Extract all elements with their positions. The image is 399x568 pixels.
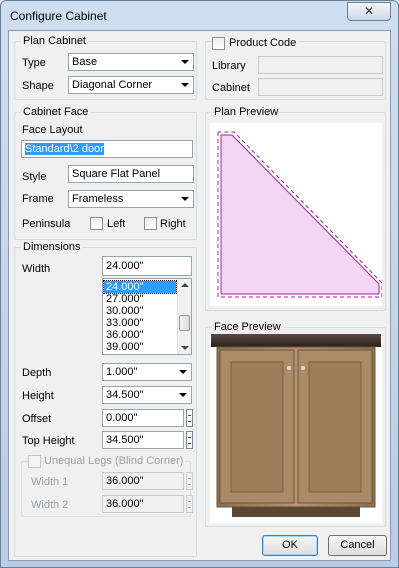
depth-value: 1.000" [106,366,138,378]
frame-dropdown[interactable]: Frameless [68,190,194,208]
style-label: Style [22,171,47,183]
unequal-legs-checkbox[interactable] [28,455,41,468]
product-code-checkbox[interactable] [212,37,225,50]
height-dropdown[interactable]: 34.500" [102,386,192,404]
scroll-up-icon[interactable] [181,283,189,287]
width-list-scrollbar[interactable] [177,279,191,354]
peninsula-left-checkbox[interactable] [90,217,103,230]
plan-preview-title: Plan Preview [212,106,281,118]
peninsula-left-label: Left [107,218,126,230]
width1-label: Width 1 [31,476,69,488]
height-label: Height [22,390,54,402]
shape-dropdown[interactable]: Diagonal Corner [68,76,194,94]
frame-value: Frameless [72,193,124,205]
cabinet-face-drawing [211,334,381,517]
width1-input: 36.000" [102,472,184,490]
chevron-down-icon [181,197,189,201]
width2-value: 36.000" [106,498,144,510]
plan-cabinet-title: Plan Cabinet [21,35,88,47]
chevron-down-icon [179,370,187,374]
frame-label: Frame [22,193,54,205]
depth-dropdown[interactable]: 1.000" [102,363,192,381]
width1-spinner-icon [186,472,193,490]
style-value: Square Flat Panel [72,168,161,180]
width-label: Width [22,263,51,275]
width2-spinner-icon [186,495,193,513]
offset-input[interactable]: 0.000" [102,409,184,427]
width-option[interactable]: 24.000" [103,280,177,294]
product-code-label: Product Code [229,37,299,49]
peninsula-label: Peninsula [22,218,71,230]
top-height-value: 34.500" [106,434,144,446]
shape-value: Diagonal Corner [72,79,153,91]
offset-spinner-icon[interactable] [186,409,193,427]
dialog-client-area: Plan Cabinet Type Base Shape Diagonal Co… [8,30,391,561]
cabinet-face-title: Cabinet Face [21,106,91,118]
depth-label: Depth [22,367,52,379]
library-field [258,56,383,74]
chevron-down-icon [181,60,189,64]
width-options-list[interactable]: 24.000" 27.000" 30.000" 33.000" 36.000" … [102,278,192,355]
close-icon: ✕ [363,4,375,18]
type-label: Type [22,57,46,69]
shape-label: Shape [22,80,54,92]
width-option[interactable]: 27.000" [104,293,176,305]
width-value: 24.000" [106,260,144,272]
configure-cabinet-dialog: Configure Cabinet ✕ Plan Cabinet Type Ba… [0,0,399,568]
top-height-spinner-icon[interactable] [186,431,193,449]
close-button[interactable]: ✕ [347,2,391,21]
width-option[interactable]: 33.000" [104,317,176,329]
width1-value: 36.000" [106,475,144,487]
type-dropdown[interactable]: Base [68,53,194,71]
face-preview-canvas [210,334,382,523]
diagonal-corner-plan-drawing [217,131,383,298]
chevron-down-icon [181,83,189,87]
width2-label: Width 2 [31,499,69,511]
plan-preview-canvas [210,123,383,306]
scroll-down-icon[interactable] [181,346,189,350]
library-label: Library [212,60,246,72]
height-value: 34.500" [106,389,144,401]
type-value: Base [72,56,98,68]
width-option[interactable]: 30.000" [104,305,176,317]
face-layout-value: Standard\2 door [25,143,104,155]
chevron-down-icon [179,393,187,397]
width-option[interactable]: 39.000" [104,341,176,353]
cabinet-field [258,78,383,96]
cabinet-label: Cabinet [212,82,250,94]
unequal-legs-label: Unequal Legs (Blind Corner) [44,455,186,467]
peninsula-right-label: Right [160,218,186,230]
width-input[interactable]: 24.000" [102,256,192,276]
offset-value: 0.000" [106,412,138,424]
window-title: Configure Cabinet [10,9,107,23]
offset-label: Offset [22,413,52,425]
face-preview-title: Face Preview [212,321,283,333]
face-layout-field[interactable]: Standard\2 door [21,140,193,158]
style-field[interactable]: Square Flat Panel [68,165,194,183]
ok-button[interactable]: OK [262,535,318,556]
title-bar[interactable]: Configure Cabinet ✕ [1,1,398,31]
scroll-thumb[interactable] [179,315,190,331]
width2-input: 36.000" [102,495,184,513]
cancel-button[interactable]: Cancel [328,535,387,556]
peninsula-right-checkbox[interactable] [144,217,157,230]
top-height-label: Top Height [22,435,75,447]
top-height-input[interactable]: 34.500" [102,431,184,449]
width-option[interactable]: 36.000" [104,329,176,341]
dimensions-title: Dimensions [21,241,83,253]
face-layout-label: Face Layout [22,124,83,136]
